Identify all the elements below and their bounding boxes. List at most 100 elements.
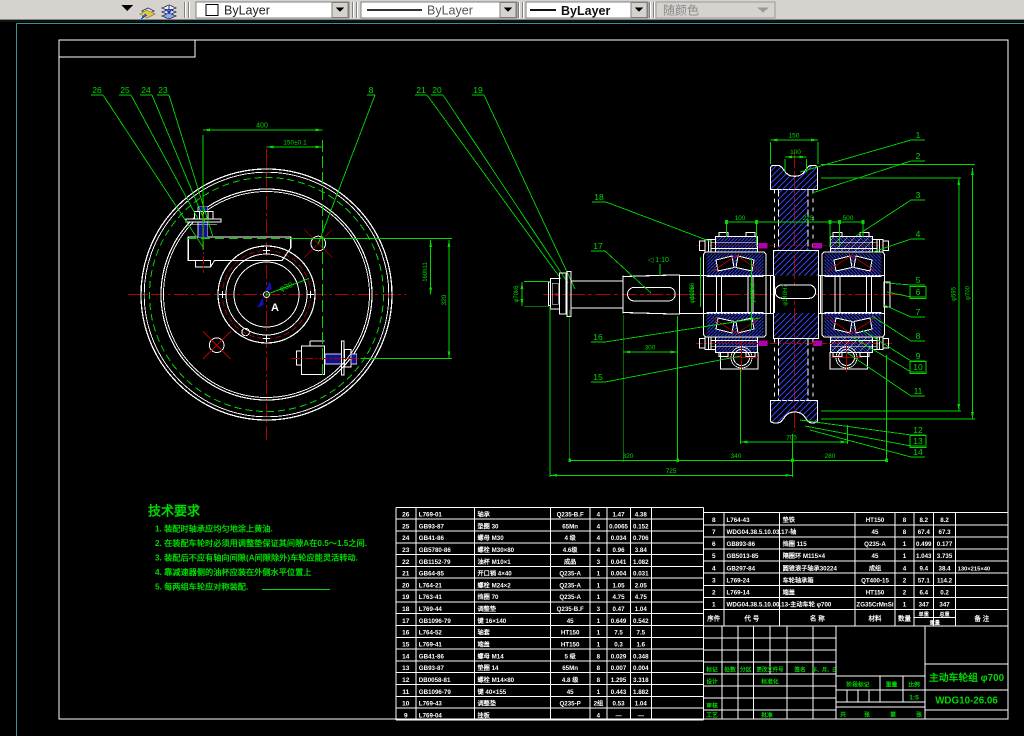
svg-text:1: 1 — [597, 582, 601, 589]
svg-text:160h11: 160h11 — [423, 262, 429, 282]
svg-text:GB1096-79: GB1096-79 — [419, 689, 452, 696]
svg-text:65Mn: 65Mn — [562, 523, 578, 530]
svg-text:150±0.1: 150±0.1 — [283, 140, 307, 147]
svg-text:65Mn: 65Mn — [562, 665, 578, 672]
svg-text:5: 5 — [916, 275, 921, 285]
svg-text:φ125k6: φ125k6 — [751, 282, 757, 303]
svg-text:螺母 M30: 螺母 M30 — [478, 534, 505, 542]
svg-text:8: 8 — [903, 517, 907, 524]
svg-text:随颜色: 随颜色 — [663, 3, 699, 18]
svg-text:4: 4 — [597, 712, 601, 719]
svg-text:HT150: HT150 — [561, 642, 580, 649]
svg-text:L764-52: L764-52 — [419, 630, 443, 637]
svg-text:11: 11 — [402, 689, 409, 696]
svg-text:0.96: 0.96 — [613, 547, 626, 554]
svg-text:键 16×140: 键 16×140 — [477, 617, 507, 625]
svg-text:设计: 设计 — [706, 678, 718, 686]
svg-text:φ140H7: φ140H7 — [783, 284, 789, 306]
svg-text:螺栓 M24×2: 螺栓 M24×2 — [478, 581, 512, 589]
svg-text:1.04: 1.04 — [635, 701, 648, 708]
svg-text:2: 2 — [903, 577, 907, 584]
svg-text:1.04: 1.04 — [635, 606, 648, 613]
svg-text:L763-41: L763-41 — [419, 594, 443, 601]
svg-text:车轮轴承箱: 车轮轴承箱 — [783, 576, 814, 584]
svg-text:L764-43: L764-43 — [727, 517, 751, 524]
svg-text:年、月、日: 年、月、日 — [812, 667, 837, 674]
svg-text:4.38: 4.38 — [635, 512, 648, 519]
svg-text:0.004: 0.004 — [633, 665, 649, 672]
svg-text:5. 每两组车轮应对称装配.: 5. 每两组车轮应对称装配. — [155, 582, 248, 592]
svg-text:24: 24 — [141, 85, 151, 95]
svg-text:1.043: 1.043 — [916, 553, 932, 560]
svg-text:DB0058-81: DB0058-81 — [419, 677, 451, 684]
svg-text:320: 320 — [441, 294, 448, 305]
svg-text:320: 320 — [623, 453, 634, 460]
svg-text:GB1096-79: GB1096-79 — [419, 618, 452, 625]
svg-text:7.5: 7.5 — [636, 630, 645, 637]
svg-text:φ595: φ595 — [952, 286, 958, 301]
svg-text:8: 8 — [369, 85, 374, 95]
svg-text:Q235-A: Q235-A — [559, 594, 581, 601]
svg-text:1.6: 1.6 — [636, 642, 645, 649]
svg-text:垫圈 30: 垫圈 30 — [478, 522, 500, 530]
svg-text:标准化: 标准化 — [760, 678, 779, 686]
svg-text:0.031: 0.031 — [633, 571, 649, 578]
svg-text:4.75: 4.75 — [613, 594, 626, 601]
svg-text:WDG04.38.5.10.00.13-主动车轮 φ700: WDG04.38.5.10.00.13-主动车轮 φ700 — [727, 601, 832, 609]
svg-text:螺母 M14: 螺母 M14 — [478, 652, 505, 660]
svg-text:张: 张 — [916, 711, 922, 719]
svg-text:0.2: 0.2 — [940, 590, 949, 597]
svg-text:挡圈 70: 挡圈 70 — [478, 593, 500, 601]
svg-text:1. 装配时轴承应均匀地涂上黄油.: 1. 装配时轴承应均匀地涂上黄油. — [155, 524, 273, 534]
svg-text:成品: 成品 — [564, 558, 576, 566]
svg-text:24: 24 — [402, 535, 410, 542]
svg-text:0.348: 0.348 — [633, 653, 649, 660]
svg-text:1: 1 — [712, 602, 716, 609]
svg-text:Q235-A: Q235-A — [559, 582, 581, 589]
svg-text:3: 3 — [916, 190, 921, 200]
svg-text:L769-14: L769-14 — [727, 590, 751, 597]
svg-text:螺栓 M30×80: 螺栓 M30×80 — [478, 546, 515, 554]
svg-text:1.082: 1.082 — [633, 559, 649, 566]
svg-text:25: 25 — [120, 85, 130, 95]
svg-text:2组: 2组 — [594, 700, 604, 708]
svg-text:挡圈 115: 挡圈 115 — [783, 540, 808, 548]
svg-text:19: 19 — [402, 594, 410, 601]
svg-text:17: 17 — [402, 618, 410, 625]
svg-text:Q235-B.F: Q235-B.F — [557, 606, 584, 613]
svg-text:Q235-A: Q235-A — [559, 571, 581, 578]
svg-text:名 称: 名 称 — [810, 614, 825, 623]
svg-text:1: 1 — [597, 594, 601, 601]
svg-text:GB93-87: GB93-87 — [419, 665, 445, 672]
svg-text:总重: 总重 — [939, 610, 950, 618]
svg-text:数量: 数量 — [898, 614, 912, 623]
svg-text:重量: 重量 — [886, 681, 898, 689]
svg-text:16: 16 — [593, 332, 603, 342]
svg-text:22: 22 — [402, 559, 410, 566]
svg-text:45: 45 — [567, 618, 574, 625]
svg-text:1: 1 — [597, 689, 601, 696]
svg-text:L769-01: L769-01 — [419, 512, 443, 519]
svg-text:5: 5 — [712, 553, 716, 560]
svg-text:GB5780-86: GB5780-86 — [419, 547, 452, 554]
svg-text:L769-24: L769-24 — [727, 577, 751, 584]
svg-text:1.882: 1.882 — [633, 689, 649, 696]
svg-text:端盖: 端盖 — [783, 589, 796, 597]
svg-text:4. 靠减速器侧的油杯应装在外侧水平位置上: 4. 靠减速器侧的油杯应装在外侧水平位置上 — [155, 567, 311, 577]
svg-text:500: 500 — [843, 215, 854, 222]
svg-text:9.4: 9.4 — [919, 565, 928, 572]
svg-text:4.75: 4.75 — [635, 594, 648, 601]
svg-text:Q235-P: Q235-P — [559, 701, 580, 708]
svg-text:3: 3 — [597, 606, 601, 613]
svg-text:67.4: 67.4 — [918, 529, 931, 536]
svg-text:57.1: 57.1 — [918, 577, 931, 584]
svg-text:8.2: 8.2 — [940, 517, 949, 524]
svg-text:QT400-15: QT400-15 — [861, 577, 889, 584]
svg-text:螺栓 M14×80: 螺栓 M14×80 — [478, 676, 515, 684]
svg-text:705: 705 — [786, 435, 797, 442]
svg-text:第: 第 — [890, 711, 896, 719]
svg-text:3. 装配后不应有轴向间隙(A间隙除外)车轮应能灵活转动.: 3. 装配后不应有轴向间隙(A间隙除外)车轮应能灵活转动. — [155, 553, 358, 563]
svg-text:4.8 级: 4.8 级 — [562, 676, 579, 684]
svg-text:16: 16 — [402, 630, 410, 637]
svg-text:1:5: 1:5 — [909, 695, 919, 702]
